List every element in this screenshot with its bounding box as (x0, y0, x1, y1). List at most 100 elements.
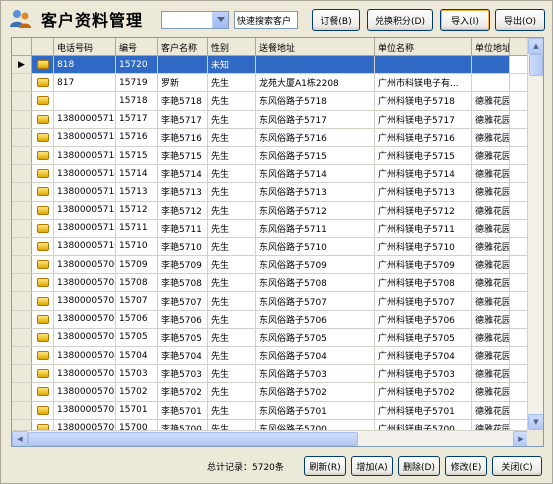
row-indicator[interactable] (12, 310, 32, 328)
table-row[interactable]: 13800005714 15714 李艳5714 先生 东风俗路子5714 广州科镁电子5… (12, 165, 543, 184)
table-cell[interactable]: 李艳5717 (158, 110, 208, 128)
table-cell[interactable]: 先生 (208, 237, 256, 256)
row-indicator[interactable] (12, 383, 32, 401)
table-cell[interactable]: 13800005715 (54, 146, 116, 165)
table-cell[interactable]: 13800005711 (54, 219, 116, 237)
table-cell[interactable]: 15719 (116, 74, 158, 92)
row-indicator[interactable] (12, 237, 32, 256)
table-cell[interactable]: 李艳5707 (158, 292, 208, 310)
table-cell[interactable]: 15712 (116, 201, 158, 219)
table-cell[interactable]: 13800005714 (54, 165, 116, 183)
table-cell[interactable]: 先生 (208, 401, 256, 419)
table-cell[interactable]: 东风俗路子5712 (256, 201, 375, 219)
table-cell[interactable]: 先生 (208, 92, 256, 110)
table-cell[interactable]: 广州科镁电子5705 (375, 328, 472, 346)
table-cell[interactable]: 先生 (208, 365, 256, 383)
table-row[interactable]: 13800005705 15705 李艳5705 先生 东风俗路子5705 广州科镁电子5… (12, 328, 543, 347)
table-cell[interactable]: 李艳5718 (158, 92, 208, 110)
column-header[interactable]: 电话号码 (54, 38, 116, 56)
table-cell[interactable]: 广州科镁电子5717 (375, 110, 472, 128)
table-cell[interactable] (158, 56, 208, 74)
scroll-up-icon[interactable]: ▲ (528, 38, 543, 54)
table-cell[interactable]: 李艳5711 (158, 219, 208, 237)
table-cell[interactable]: 李艳5701 (158, 401, 208, 419)
row-indicator[interactable] (12, 292, 32, 310)
row-indicator[interactable] (12, 146, 32, 165)
table-cell[interactable]: 德雅花园1 (472, 310, 510, 328)
table-cell[interactable]: 广州科镁电子5711 (375, 219, 472, 237)
table-cell[interactable]: 李艳5703 (158, 365, 208, 383)
table-cell[interactable]: 15705 (116, 328, 158, 346)
column-header[interactable]: 单位地址 (472, 38, 510, 56)
table-cell[interactable]: 15704 (116, 347, 158, 365)
table-cell[interactable]: 德雅花园1 (472, 201, 510, 219)
table-row[interactable]: 13800005704 15704 李艳5704 先生 东风俗路子5704 广州科镁电子5… (12, 347, 543, 366)
table-cell[interactable]: 德雅花园1 (472, 328, 510, 346)
order-button[interactable]: 订餐(B) (312, 9, 360, 31)
table-row[interactable]: 13800005709 15709 李艳5709 先生 东风俗路子5709 广州科镁电子5… (12, 256, 543, 275)
table-row[interactable]: 13800005702 15702 李艳5702 先生 东风俗路子5702 广州科镁电子5… (12, 383, 543, 402)
table-cell[interactable] (256, 56, 375, 74)
table-row[interactable]: 13800005715 15715 李艳5715 先生 东风俗路子5715 广州科镁电子5… (12, 146, 543, 166)
table-cell[interactable]: 先生 (208, 383, 256, 401)
vertical-scroll-thumb[interactable] (529, 54, 543, 76)
customer-table[interactable]: 电话号码 编号 客户名称 性别 送餐地址 单位名称 单位地址 ▶ 818 15720 未知 817 1… (11, 37, 544, 447)
table-cell[interactable]: 先生 (208, 183, 256, 201)
table-cell[interactable]: 15702 (116, 383, 158, 401)
table-row[interactable]: 15718李艳5718先生东风俗路子5718广州科镁电子5718德雅花园1 (12, 92, 543, 111)
table-cell[interactable]: 13800005706 (54, 310, 116, 328)
table-cell[interactable]: 15708 (116, 274, 158, 292)
table-cell[interactable]: 龙苑大厦A1栋2208 (256, 74, 375, 92)
table-cell[interactable]: 德雅花园1 (472, 92, 510, 110)
table-cell[interactable]: 李艳5702 (158, 383, 208, 401)
table-cell[interactable]: 广州科镁电子5708 (375, 274, 472, 292)
table-cell[interactable]: 先生 (208, 74, 256, 92)
table-cell[interactable]: 15720 (116, 56, 158, 74)
row-indicator[interactable] (12, 74, 32, 92)
table-cell[interactable] (472, 56, 510, 74)
table-row[interactable]: 13800005717 15717 李艳5717 先生 东风俗路子5717 广州科镁电子5… (12, 110, 543, 129)
table-row[interactable]: 13800005703 15703 李艳5703 先生 东风俗路子5703 广州科镁电子5… (12, 365, 543, 384)
table-cell[interactable]: 广州科镁电子5709 (375, 256, 472, 274)
table-cell[interactable]: 德雅花园1 (472, 165, 510, 183)
table-cell[interactable]: 东风俗路子5713 (256, 183, 375, 201)
table-cell[interactable]: 15710 (116, 237, 158, 256)
table-cell[interactable]: 15716 (116, 128, 158, 146)
table-cell[interactable]: 李艳5714 (158, 165, 208, 183)
table-cell[interactable]: 德雅花园1 (472, 237, 510, 256)
table-cell[interactable]: 15703 (116, 365, 158, 383)
chevron-down-icon[interactable] (212, 12, 228, 28)
row-indicator[interactable] (12, 328, 32, 346)
table-body[interactable]: ▶ 818 15720 未知 817 15719 罗新 先生 龙苑大厦A1栋2208 广州市科镁电… (12, 56, 543, 438)
table-cell[interactable]: 广州科镁电子5712 (375, 201, 472, 219)
table-cell[interactable]: 德雅花园1 (472, 128, 510, 146)
table-cell[interactable]: 德雅花园1 (472, 292, 510, 310)
table-cell[interactable]: 15709 (116, 256, 158, 274)
row-indicator[interactable] (12, 165, 32, 183)
table-cell[interactable]: 15718 (116, 92, 158, 110)
table-cell[interactable]: 15717 (116, 110, 158, 128)
table-cell[interactable]: 东风俗路子5714 (256, 165, 375, 183)
table-cell[interactable]: 李艳5712 (158, 201, 208, 219)
table-cell[interactable]: 德雅花园1 (472, 383, 510, 401)
table-cell[interactable]: 李艳5704 (158, 347, 208, 365)
row-indicator[interactable] (12, 219, 32, 237)
table-cell[interactable]: 广州科镁电子5702 (375, 383, 472, 401)
table-cell[interactable]: 德雅花园1 (472, 365, 510, 383)
row-indicator[interactable] (12, 92, 32, 110)
table-cell[interactable]: 李艳5715 (158, 146, 208, 165)
table-cell[interactable]: 13800005713 (54, 183, 116, 201)
column-header[interactable]: 单位名称 (375, 38, 472, 56)
table-cell[interactable]: 先生 (208, 165, 256, 183)
table-cell[interactable]: 德雅花园1 (472, 274, 510, 292)
table-cell[interactable]: 广州科镁电子5710 (375, 237, 472, 256)
table-cell[interactable]: 818 (54, 56, 116, 74)
vertical-scrollbar[interactable]: ▲ ▼ (527, 38, 543, 430)
table-cell[interactable]: 广州科镁电子5713 (375, 183, 472, 201)
table-cell[interactable]: 13800005716 (54, 128, 116, 146)
table-cell[interactable]: 德雅花园1 (472, 146, 510, 165)
table-row[interactable]: 13800005711 15711 李艳5711 先生 东风俗路子5711 广州科镁电子5… (12, 219, 543, 238)
table-cell[interactable]: 13800005703 (54, 365, 116, 383)
table-cell[interactable]: 15706 (116, 310, 158, 328)
redeem-points-button[interactable]: 兑换积分(D) (367, 9, 433, 31)
